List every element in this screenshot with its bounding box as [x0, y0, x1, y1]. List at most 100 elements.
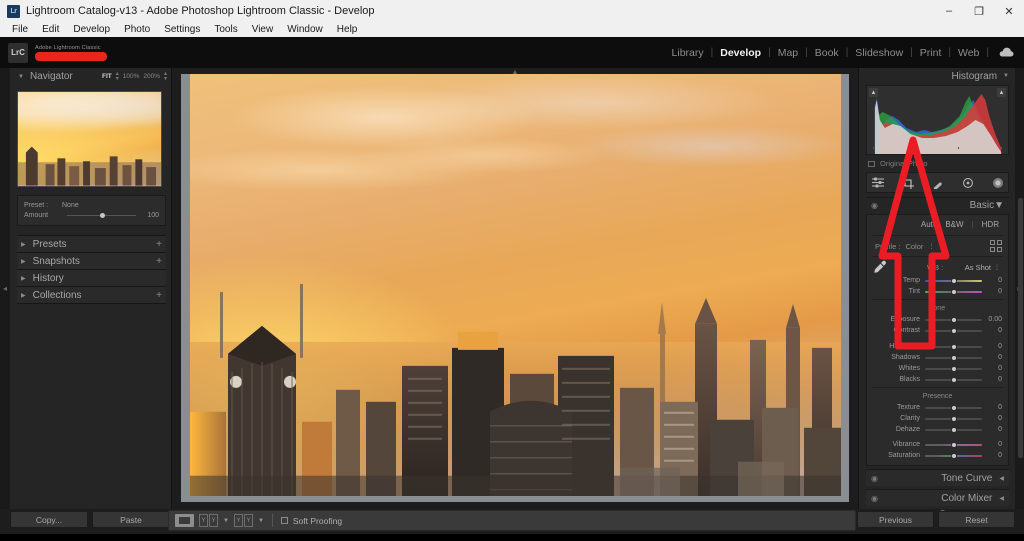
dehaze-slider-track[interactable]	[925, 426, 982, 433]
dehaze-slider-knob[interactable]	[950, 426, 957, 433]
module-print[interactable]: Print	[913, 47, 949, 59]
tint-slider-knob[interactable]	[950, 288, 957, 295]
saturation-slider-knob[interactable]	[950, 452, 957, 459]
module-book[interactable]: Book	[808, 47, 846, 59]
before-after-top-bottom-icon[interactable]: YY	[233, 514, 253, 527]
chevron-down-icon[interactable]: ▼	[223, 518, 229, 524]
menu-window[interactable]: Window	[280, 22, 330, 37]
panel-visibility-icon[interactable]: ◉	[871, 201, 878, 210]
soft-proofing-toggle[interactable]: Soft Proofing	[280, 516, 342, 526]
slider-texture[interactable]: Texture 0	[867, 402, 1008, 413]
shadows-slider-knob[interactable]	[950, 354, 957, 361]
panel-visibility-icon[interactable]: ◉	[871, 474, 878, 483]
menu-file[interactable]: File	[5, 22, 35, 37]
saturation-slider-track[interactable]	[925, 452, 982, 459]
bw-treatment-button[interactable]: B&W	[945, 220, 963, 229]
slider-highlights[interactable]: Highlights 0	[867, 341, 1008, 352]
highlights-slider-knob[interactable]	[950, 343, 957, 350]
vibrance-slider-track[interactable]	[925, 441, 982, 448]
blacks-slider-track[interactable]	[925, 376, 982, 383]
slider-whites[interactable]: Whites 0	[867, 363, 1008, 374]
slider-temp[interactable]: Temp 0	[867, 275, 1008, 286]
temp-slider-knob[interactable]	[950, 277, 957, 284]
checkbox-icon[interactable]	[280, 517, 288, 524]
clarity-slider-knob[interactable]	[950, 415, 957, 422]
slider-exposure[interactable]: Exposure 0.00	[867, 314, 1008, 325]
minimize-button[interactable]: –	[934, 0, 964, 22]
maximize-button[interactable]: ❐	[964, 0, 994, 22]
copy-button[interactable]: Copy...	[10, 511, 88, 528]
exposure-slider-knob[interactable]	[950, 316, 957, 323]
amount-slider[interactable]	[67, 212, 136, 218]
menu-view[interactable]: View	[245, 22, 281, 37]
zoom-fit[interactable]: FIT	[102, 73, 112, 80]
contrast-slider-knob[interactable]	[950, 327, 957, 334]
red-eye-tool-icon[interactable]	[962, 177, 974, 189]
module-library[interactable]: Library	[665, 47, 711, 59]
slider-dehaze[interactable]: Dehaze 0	[867, 424, 1008, 435]
module-map[interactable]: Map	[771, 47, 805, 59]
slider-blacks[interactable]: Blacks 0	[867, 374, 1008, 385]
photo-preview[interactable]	[189, 74, 841, 502]
histogram-header[interactable]: Histogram ▼	[859, 68, 1016, 84]
zoom-fit-stepper-icon[interactable]: ▴ ▾	[116, 71, 119, 82]
sidebar-item-history[interactable]: ▶ History	[17, 269, 166, 286]
slider-clarity[interactable]: Clarity 0	[867, 413, 1008, 424]
before-after-left-right-icon[interactable]: YY	[199, 514, 218, 527]
slider-tint[interactable]: Tint 0	[867, 286, 1008, 297]
slider-saturation[interactable]: Saturation 0	[867, 450, 1008, 461]
navigator-thumbnail[interactable]	[17, 91, 162, 187]
loupe-view-icon[interactable]	[175, 514, 194, 527]
radial-gradient-tool-icon[interactable]	[992, 177, 1004, 189]
profile-stepper-icon[interactable]: ⋮	[928, 243, 934, 250]
menu-settings[interactable]: Settings	[157, 22, 207, 37]
right-panel-scrollbar[interactable]	[1018, 198, 1023, 458]
close-button[interactable]: ✕	[994, 0, 1024, 22]
histogram[interactable]: ▲ ▲	[866, 85, 1009, 155]
preset-value[interactable]: None	[62, 202, 79, 209]
vibrance-slider-knob[interactable]	[950, 441, 957, 448]
highlight-clipping-icon[interactable]: ▲	[997, 88, 1006, 97]
auto-tone-button[interactable]: Auto	[921, 220, 937, 229]
original-photo-toggle[interactable]: Original Photo	[859, 155, 1016, 171]
profile-browser-icon[interactable]	[990, 240, 1002, 252]
contrast-slider-track[interactable]	[925, 327, 982, 334]
profile-value[interactable]: Color	[905, 242, 923, 251]
reset-button[interactable]: Reset	[938, 511, 1015, 528]
hdr-button[interactable]: HDR	[982, 220, 999, 229]
menu-photo[interactable]: Photo	[117, 22, 157, 37]
identity-plate[interactable]: LrC Adobe Lightroom Classic	[0, 42, 107, 63]
zoom-200-stepper-icon[interactable]: ▴ ▾	[164, 71, 167, 82]
spot-removal-tool-icon[interactable]	[932, 177, 944, 189]
cloud-sync-icon[interactable]	[999, 47, 1014, 58]
slider-vibrance[interactable]: Vibrance 0	[867, 439, 1008, 450]
texture-slider-track[interactable]	[925, 404, 982, 411]
checkbox-icon[interactable]	[868, 160, 875, 167]
chevron-down-icon[interactable]: ▼	[258, 518, 264, 524]
highlights-slider-track[interactable]	[925, 343, 982, 350]
wb-stepper-icon[interactable]: ⋮	[994, 264, 1000, 271]
exposure-slider-track[interactable]	[925, 316, 982, 323]
slider-shadows[interactable]: Shadows 0	[867, 352, 1008, 363]
tint-slider-track[interactable]	[925, 288, 982, 295]
add-preset-icon[interactable]: +	[156, 239, 162, 250]
sidebar-item-collections[interactable]: ▶ Collections +	[17, 286, 166, 303]
add-snapshot-icon[interactable]: +	[156, 256, 162, 267]
menu-help[interactable]: Help	[330, 22, 365, 37]
menu-edit[interactable]: Edit	[35, 22, 66, 37]
sidebar-item-snapshots[interactable]: ▶ Snapshots +	[17, 252, 166, 269]
paste-button[interactable]: Paste	[92, 511, 170, 528]
module-web[interactable]: Web	[951, 47, 986, 59]
shadows-slider-track[interactable]	[925, 354, 982, 361]
shadow-clipping-icon[interactable]: ▲	[869, 88, 878, 97]
menu-tools[interactable]: Tools	[207, 22, 244, 37]
texture-slider-knob[interactable]	[950, 404, 957, 411]
blacks-slider-knob[interactable]	[950, 376, 957, 383]
previous-button[interactable]: Previous	[857, 511, 934, 528]
module-slideshow[interactable]: Slideshow	[848, 47, 910, 59]
whites-slider-knob[interactable]	[950, 365, 957, 372]
white-balance-eyedropper-icon[interactable]	[873, 260, 887, 276]
zoom-200[interactable]: 200%	[143, 73, 160, 80]
crop-overlay-tool-icon[interactable]	[901, 176, 914, 189]
basic-panel-header[interactable]: ◉ Basic ▼	[866, 197, 1009, 213]
